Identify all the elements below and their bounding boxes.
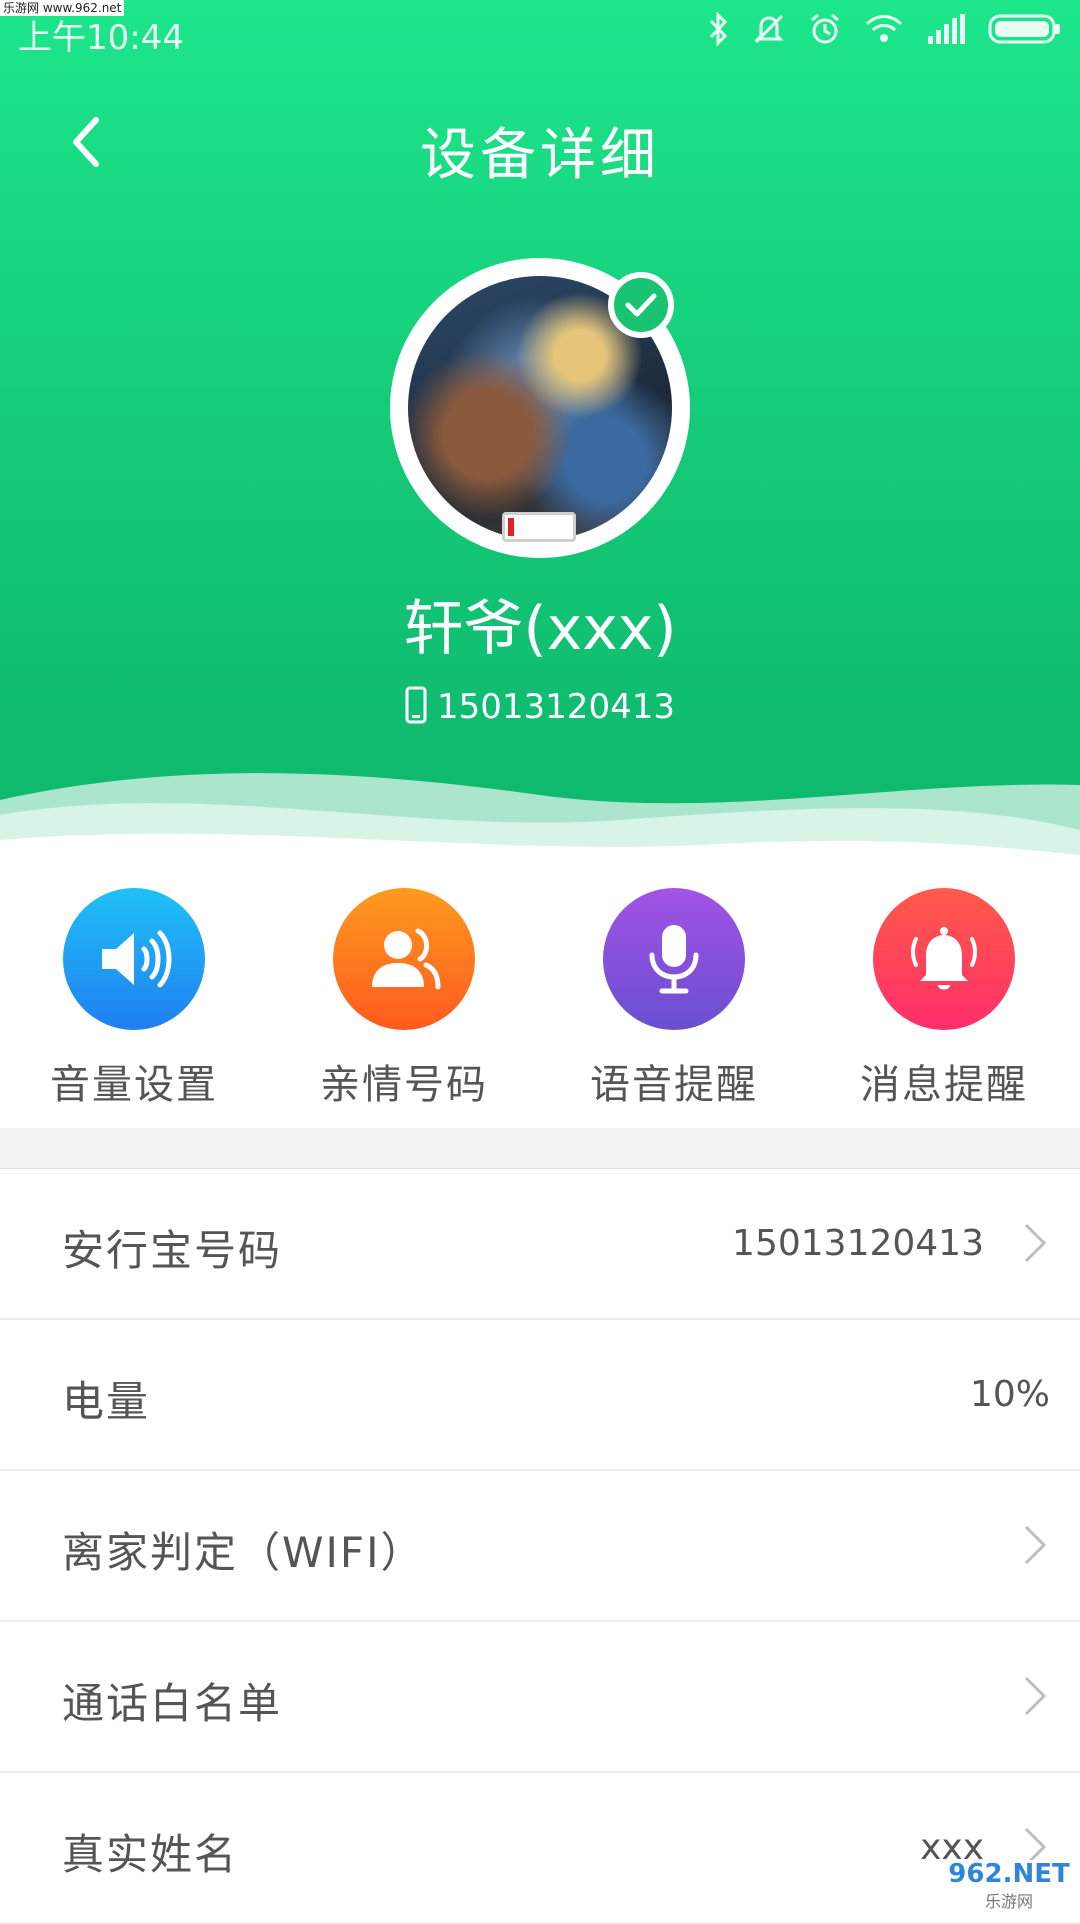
header-wave xyxy=(0,773,1080,860)
section-divider xyxy=(0,1128,1080,1169)
feature-message-reminder-label: 消息提醒 xyxy=(860,1062,1028,1108)
device-name: 轩爷(xxx) xyxy=(403,594,677,664)
row-device-number-value: 15013120413 xyxy=(732,1223,984,1264)
mute-icon xyxy=(754,14,784,44)
online-check-icon xyxy=(608,272,674,338)
watermark-main: 962.NET xyxy=(948,1859,1070,1889)
row-real-name-label: 真实姓名 xyxy=(62,1830,239,1879)
feature-volume[interactable]: 音量设置 xyxy=(24,888,244,1110)
wifi-icon xyxy=(865,15,903,42)
chevron-right-icon xyxy=(1024,1525,1047,1565)
phone-icon xyxy=(405,686,427,724)
battery-icon xyxy=(988,14,1060,44)
chevron-right-icon xyxy=(1024,1676,1047,1716)
row-call-whitelist-label: 通话白名单 xyxy=(62,1679,283,1728)
row-battery: 电量 10% xyxy=(0,1320,1080,1471)
feature-message-reminder[interactable]: 消息提醒 xyxy=(834,888,1054,1110)
chevron-right-icon xyxy=(1024,1223,1047,1263)
bell-icon xyxy=(873,888,1015,1030)
speaker-icon xyxy=(63,888,205,1030)
header: 上午10:44 乐游网 www.962.net 设备详细 轩爷(xxx) 150… xyxy=(0,0,1080,860)
page-title: 设备详细 xyxy=(420,123,660,188)
alarm-icon xyxy=(811,13,839,44)
row-real-name[interactable]: 真实姓名 xxx xyxy=(0,1773,1080,1924)
settings-list: 安行宝号码 15013120413 电量 10% 离家判定（WIFI） 通话白名… xyxy=(0,1169,1080,1924)
row-leave-home-label: 离家判定（WIFI） xyxy=(62,1528,425,1577)
row-device-number[interactable]: 安行宝号码 15013120413 xyxy=(0,1169,1080,1320)
signal-icon xyxy=(928,14,965,44)
contacts-icon xyxy=(333,888,475,1030)
row-battery-value: 10% xyxy=(969,1374,1050,1415)
feature-contacts-label: 亲情号码 xyxy=(320,1062,488,1108)
bluetooth-icon xyxy=(709,12,728,46)
row-leave-home[interactable]: 离家判定（WIFI） xyxy=(0,1471,1080,1622)
row-battery-label: 电量 xyxy=(62,1377,151,1426)
row-call-whitelist[interactable]: 通话白名单 xyxy=(0,1622,1080,1773)
status-bar: 上午10:44 乐游网 www.962.net xyxy=(0,0,1080,60)
feature-voice-reminder-label: 语音提醒 xyxy=(590,1062,758,1108)
row-device-number-label: 安行宝号码 xyxy=(62,1226,283,1275)
feature-grid: 音量设置 亲情号码 语音提醒 消息提醒 xyxy=(0,880,1080,1125)
device-battery-icon xyxy=(502,512,576,542)
microphone-icon xyxy=(603,888,745,1030)
feature-voice-reminder[interactable]: 语音提醒 xyxy=(564,888,784,1110)
device-phone-number: 15013120413 xyxy=(437,687,675,727)
watermark-sub: 乐游网 xyxy=(984,1892,1033,1911)
feature-volume-label: 音量设置 xyxy=(50,1062,218,1108)
status-time: 上午10:44 xyxy=(18,18,184,58)
watermark-bottom: 962.NET 乐游网 xyxy=(944,1860,1074,1916)
feature-contacts[interactable]: 亲情号码 xyxy=(294,888,514,1110)
watermark-top: 乐游网 www.962.net xyxy=(0,0,125,16)
device-phone: 15013120413 xyxy=(0,686,1080,727)
